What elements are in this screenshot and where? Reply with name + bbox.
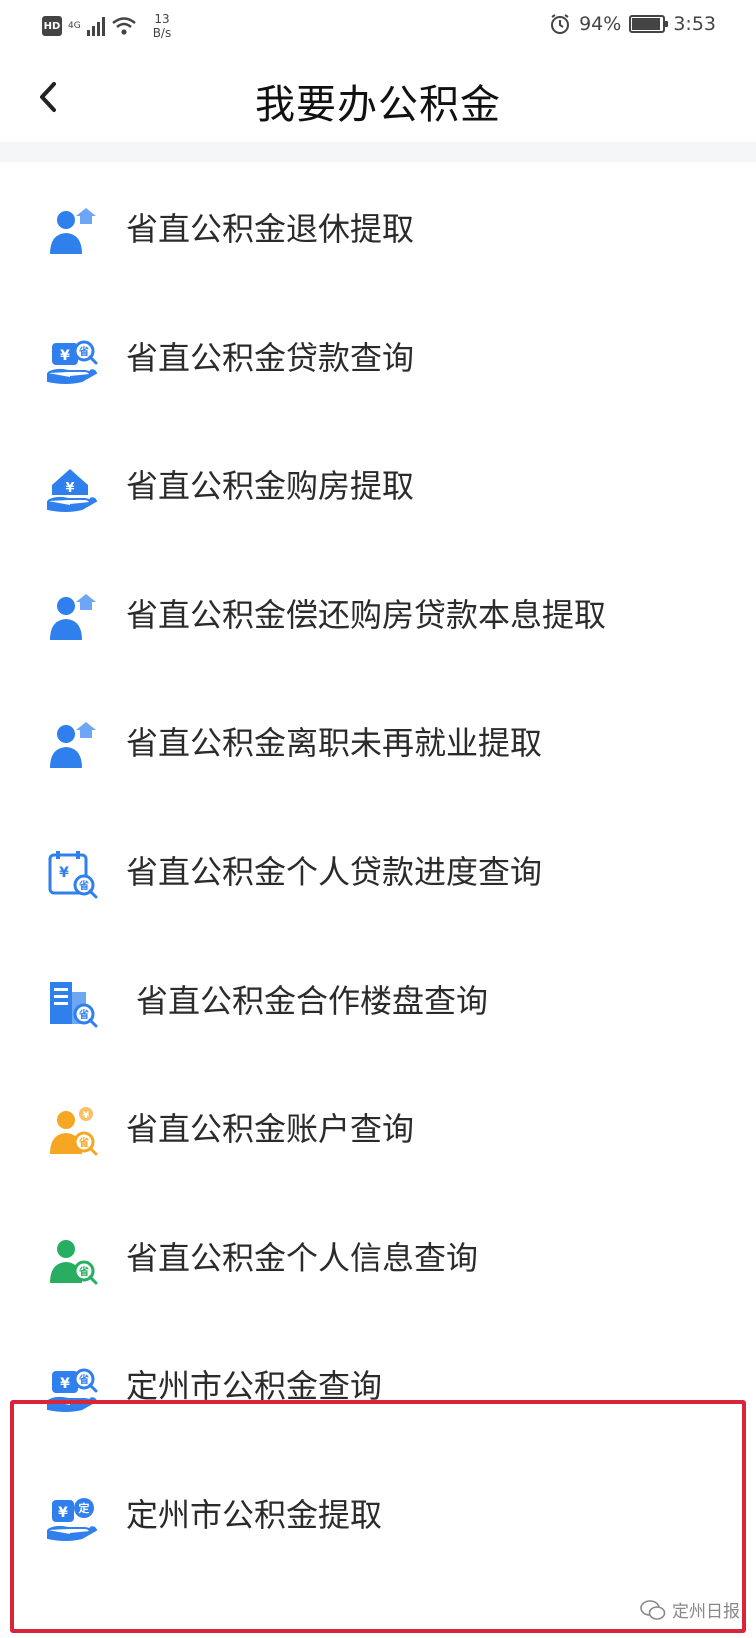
list-item[interactable]: 省直公积金离职未再就业提取 [0, 676, 756, 810]
house-yuan-icon: ¥ [46, 463, 100, 513]
clock: 3:53 [673, 13, 716, 35]
status-bar: HD 4G 13 B/s 94% 3:53 [0, 0, 756, 52]
list-item-label: 省直公积金个人信息查询 [126, 1238, 479, 1277]
svg-text:¥: ¥ [65, 481, 74, 496]
svg-text:¥: ¥ [83, 1111, 90, 1121]
list-item-label: 省直公积金离职未再就业提取 [126, 724, 543, 763]
wifi-icon [111, 17, 136, 35]
svg-text:省: 省 [78, 879, 89, 892]
list-item-label: 省直公积金偿还购房贷款本息提取 [126, 595, 607, 634]
svg-text:省: 省 [78, 1008, 89, 1021]
app-header: 我要办公积金 [0, 52, 756, 142]
list-item-label: 省直公积金账户查询 [126, 1110, 415, 1149]
signal-icon [86, 16, 105, 36]
status-left: HD 4G 13 B/s [42, 12, 171, 40]
list-item-label: 省直公积金购房提取 [126, 467, 415, 506]
battery-icon [629, 15, 669, 33]
list-item-label: 省直公积金退休提取 [126, 210, 415, 248]
list-item[interactable]: ¥ 省直公积金购房提取 [0, 419, 756, 553]
svg-text:¥: ¥ [59, 865, 69, 881]
list-item[interactable]: 省直公积金偿还购房贷款本息提取 [0, 548, 756, 682]
list-item[interactable]: ¥ 省省直公积金贷款查询 [0, 291, 756, 425]
speed-value: 13 [154, 12, 170, 26]
watermark: 定州日报 [640, 1597, 740, 1622]
person-upload-icon [46, 720, 100, 770]
wechat-icon [640, 1599, 666, 1620]
svg-text:省: 省 [78, 1265, 89, 1278]
alarm-icon [551, 14, 570, 34]
building-search-icon: 省 [46, 978, 100, 1028]
yuan-hand-search-icon: ¥ 省 [46, 335, 100, 385]
hd-badge: HD [42, 16, 62, 36]
svg-text:省: 省 [78, 1373, 89, 1386]
person-upload-icon [46, 592, 100, 642]
list-item-label: 省直公积金贷款查询 [126, 338, 415, 377]
person-upload-icon [46, 206, 100, 256]
highlight-box [10, 1400, 746, 1633]
list-item-label: 省直公积金个人贷款进度查询 [126, 853, 543, 891]
watermark-text: 定州日报 [672, 1602, 740, 1622]
battery-fill [632, 18, 661, 30]
calendar-yuan-search-icon: ¥ 省 [46, 849, 100, 899]
svg-text:¥: ¥ [60, 1376, 70, 1392]
page-title: 我要办公积金 [255, 82, 501, 128]
status-right: 94% 3:53 [549, 13, 716, 35]
list-item[interactable]: 省 省直公积金个人信息查询 [0, 1191, 756, 1325]
person-yuan-search-icon: ¥ 省 [46, 1106, 100, 1156]
person-search-icon: 省 [46, 1235, 100, 1285]
list-item[interactable]: ¥ 省省直公积金个人贷款进度查询 [0, 805, 756, 939]
header-divider [0, 142, 756, 162]
list-item-label: 省直公积金合作楼盘查询 [136, 981, 489, 1020]
list-item[interactable]: 省直公积金退休提取 [0, 162, 756, 296]
svg-text:省: 省 [78, 345, 89, 358]
list-item[interactable]: ¥ 省省直公积金账户查询 [0, 1062, 756, 1196]
battery-percent: 94% [579, 13, 622, 35]
list-item[interactable]: 省 省直公积金合作楼盘查询 [0, 934, 756, 1068]
speed-unit: B/s [152, 26, 172, 40]
svg-text:¥: ¥ [60, 348, 70, 364]
network-speed: 13 B/s [153, 12, 172, 40]
network-type: 4G [68, 20, 81, 31]
svg-text:省: 省 [78, 1136, 89, 1149]
